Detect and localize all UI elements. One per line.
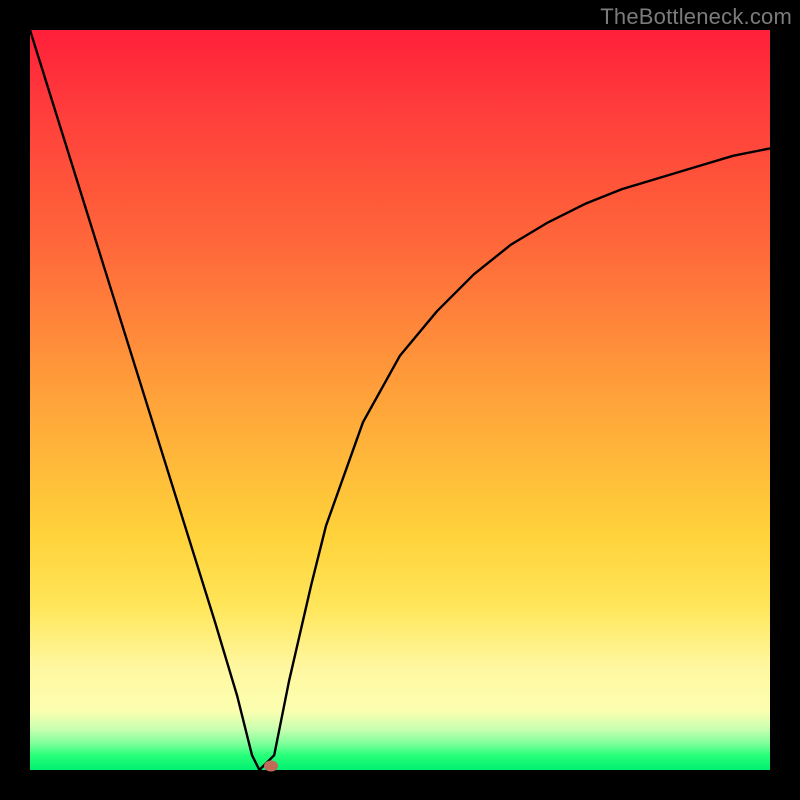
plot-area (30, 30, 770, 770)
chart-frame: TheBottleneck.com (0, 0, 800, 800)
bottleneck-curve (30, 30, 770, 770)
watermark-text: TheBottleneck.com (600, 4, 792, 30)
min-marker-dot (264, 761, 278, 772)
